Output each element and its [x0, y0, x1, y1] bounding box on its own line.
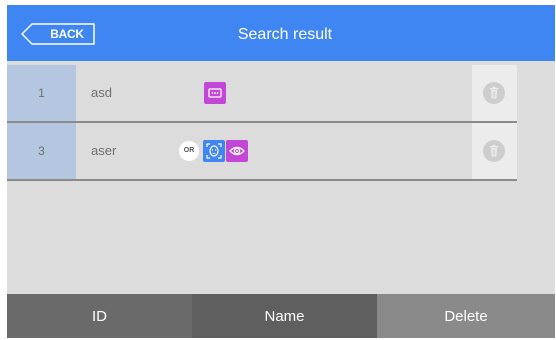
delete-cell [472, 65, 517, 121]
footer-id-tab[interactable]: ID [7, 294, 192, 338]
row-id: 1 [7, 65, 76, 121]
row-id: 3 [7, 123, 76, 179]
or-badge: OR [179, 141, 199, 161]
header-bar: BACK Search result [7, 5, 555, 61]
trash-icon [490, 144, 498, 157]
page-title: Search result [237, 26, 333, 43]
footer-name-tab[interactable]: Name [192, 294, 377, 338]
app-screen: BACK Search result 1 asd 3 aser OR ID Na… [7, 5, 555, 338]
delete-cell [472, 123, 517, 179]
iris-icon [226, 140, 248, 162]
face-icon [203, 140, 225, 162]
row-name: asd [91, 85, 112, 100]
delete-button[interactable] [483, 140, 505, 162]
row-name: aser [91, 143, 117, 158]
trash-icon [490, 86, 498, 99]
password-icon [204, 82, 226, 104]
footer-bar: ID Name Delete [7, 294, 555, 338]
table-row[interactable]: 1 asd [7, 65, 517, 123]
delete-button[interactable] [483, 82, 505, 104]
footer-delete-tab[interactable]: Delete [377, 294, 555, 338]
table-row[interactable]: 3 aser OR [7, 123, 517, 181]
